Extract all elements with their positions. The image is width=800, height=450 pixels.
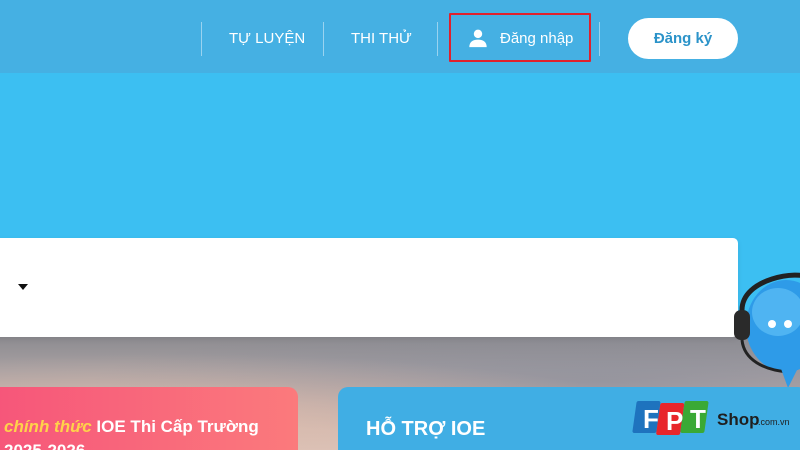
nav-practice-link[interactable]: TỰ LUYỆN xyxy=(229,28,305,50)
logo-letter: T xyxy=(690,404,706,434)
login-button[interactable]: Đăng nhập xyxy=(467,26,573,50)
logo-suffix: Shop xyxy=(717,410,760,429)
notice-title: chính thức IOE Thi Cấp Trường xyxy=(4,416,259,438)
nav-divider xyxy=(323,22,324,56)
caret-down-icon[interactable] xyxy=(18,284,28,290)
nav-divider xyxy=(437,22,438,56)
login-label: Đăng nhập xyxy=(500,29,574,47)
user-icon xyxy=(469,29,487,48)
nav-divider xyxy=(201,22,202,56)
fpt-shop-logo: F P T Shop .com.vn xyxy=(632,401,790,436)
nav-divider xyxy=(599,22,600,56)
notice-year: 2025-2026 xyxy=(4,441,85,450)
logo-domain: .com.vn xyxy=(758,417,790,427)
logo-letter: F xyxy=(643,404,659,434)
select-dropdown[interactable] xyxy=(0,238,738,337)
notice-text: IOE Thi Cấp Trường xyxy=(91,417,259,436)
chatbot-icon[interactable] xyxy=(728,248,800,393)
logo-letter: P xyxy=(666,406,683,436)
notice-highlight: chính thức xyxy=(4,417,92,436)
register-button[interactable]: Đăng ký xyxy=(628,18,738,59)
support-title: HỖ TRỢ IOE xyxy=(366,418,486,440)
nav-mock-test-link[interactable]: THI THỬ xyxy=(351,28,412,50)
